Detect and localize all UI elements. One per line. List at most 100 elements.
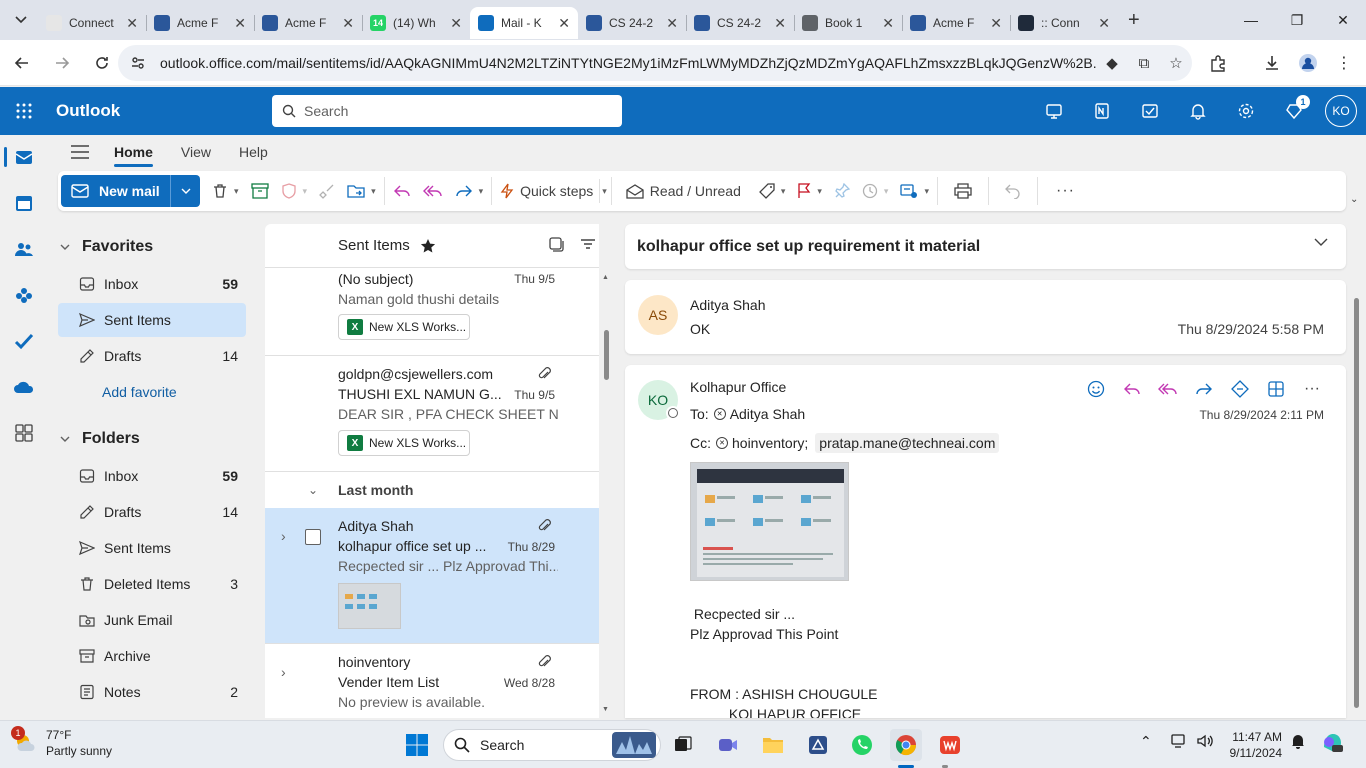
folder-item[interactable]: Inbox 59: [58, 267, 246, 301]
new-tab-button[interactable]: +: [1128, 9, 1140, 32]
network-icon[interactable]: [1170, 733, 1188, 752]
favorites-header[interactable]: Favorites: [60, 238, 153, 256]
bookmark-star-icon[interactable]: ☆: [1160, 54, 1192, 72]
list-item-selected[interactable]: › Aditya Shah kolhapur office set up ...…: [265, 508, 599, 644]
folder-item[interactable]: Sent Items: [58, 531, 246, 565]
close-tab-icon[interactable]: ✕: [126, 15, 138, 32]
tab-help[interactable]: Help: [239, 135, 268, 169]
browser-tab[interactable]: 14 (14) Wh ✕: [362, 7, 470, 39]
reply-button[interactable]: [1118, 377, 1146, 401]
reading-pane-scrollbar[interactable]: [1352, 282, 1362, 718]
rules-button[interactable]: ▾: [894, 175, 935, 207]
groups-app-icon[interactable]: [0, 273, 48, 317]
message-sender[interactable]: Kolhapur Office: [690, 379, 786, 395]
onedrive-app-icon[interactable]: [0, 365, 48, 409]
close-tab-icon[interactable]: ✕: [774, 15, 786, 32]
bell-icon[interactable]: [1174, 87, 1222, 135]
address-bar[interactable]: outlook.office.com/mail/sentitems/id/AAQ…: [118, 45, 1192, 81]
quick-steps-button[interactable]: Quick steps: [494, 175, 599, 207]
close-window-button[interactable]: ✕: [1320, 0, 1366, 40]
outlook-brand[interactable]: Outlook: [56, 101, 120, 121]
volume-icon[interactable]: [1196, 733, 1214, 752]
new-mail-dropdown[interactable]: [171, 188, 200, 194]
meet-app-icon[interactable]: [712, 729, 744, 761]
quick-steps-dropdown[interactable]: ▾: [599, 179, 609, 203]
file-explorer-icon[interactable]: [757, 729, 789, 761]
browser-tab[interactable]: CS 24-2 ✕: [686, 7, 794, 39]
reply-all-button[interactable]: [417, 175, 449, 207]
site-settings-icon[interactable]: [130, 55, 146, 71]
scroll-up-icon[interactable]: ▲: [602, 274, 609, 281]
close-tab-icon[interactable]: ✕: [558, 15, 570, 32]
read-unread-button[interactable]: Read / Unread: [620, 175, 747, 207]
reply-all-button[interactable]: [1154, 377, 1182, 401]
folder-item[interactable]: Deleted Items 3: [58, 567, 246, 601]
attachment-chip[interactable]: X New XLS Works...: [338, 430, 470, 456]
store-app-icon[interactable]: [802, 729, 834, 761]
show-hidden-icons[interactable]: ⌃: [1140, 733, 1152, 750]
notification-bell-icon[interactable]: [1290, 733, 1306, 752]
list-item[interactable]: goldpn@csjewellers.com THUSHI EXL NAMUN …: [265, 356, 599, 472]
minimize-button[interactable]: —: [1228, 0, 1274, 40]
folder-item[interactable]: Archive: [58, 639, 246, 673]
folder-item[interactable]: Junk Email: [58, 603, 246, 637]
more-options-button[interactable]: ···: [1050, 175, 1081, 207]
close-tab-icon[interactable]: ✕: [1098, 15, 1110, 32]
extension-diamond-icon[interactable]: ◆: [1096, 54, 1128, 72]
avatar[interactable]: AS: [638, 295, 678, 335]
tab-view[interactable]: View: [181, 135, 211, 169]
wps-office-icon[interactable]: [934, 729, 966, 761]
restore-button[interactable]: ❐: [1274, 0, 1320, 40]
calendar-app-icon[interactable]: [0, 181, 48, 225]
start-button[interactable]: [401, 729, 433, 761]
browser-tab[interactable]: Acme F ✕: [254, 7, 362, 39]
whatsapp-icon[interactable]: [846, 729, 878, 761]
browser-tab[interactable]: Mail - K ✕: [470, 7, 578, 39]
message-list-scrollbar[interactable]: ▲ ▼: [601, 270, 613, 718]
folder-item[interactable]: Drafts 14: [58, 339, 246, 373]
install-app-icon[interactable]: ⧉: [1128, 55, 1160, 72]
chrome-icon[interactable]: [890, 729, 922, 761]
url-text[interactable]: outlook.office.com/mail/sentitems/id/AAQ…: [160, 55, 1096, 71]
collapse-nav-button[interactable]: [60, 145, 100, 159]
new-mail-button[interactable]: New mail: [61, 175, 171, 207]
browser-tab[interactable]: Acme F ✕: [902, 7, 1010, 39]
report-button[interactable]: ▾: [275, 175, 314, 207]
mail-app-icon[interactable]: [0, 135, 48, 179]
emoji-react-button[interactable]: [1082, 377, 1110, 401]
apps-button[interactable]: [1226, 377, 1254, 401]
people-app-icon[interactable]: [0, 227, 48, 271]
folder-item[interactable]: Drafts 14: [58, 495, 246, 529]
more-apps-icon[interactable]: [0, 411, 48, 455]
browser-tab[interactable]: CS 24-2 ✕: [578, 7, 686, 39]
profile-icon[interactable]: [1290, 45, 1326, 81]
close-tab-icon[interactable]: ✕: [450, 15, 462, 32]
forward-button[interactable]: [44, 45, 80, 81]
scroll-thumb[interactable]: [1354, 298, 1359, 708]
list-item[interactable]: (No subject) Thu 9/5 Naman gold thushi d…: [265, 268, 599, 356]
folder-item[interactable]: Notes 2: [58, 675, 246, 709]
close-tab-icon[interactable]: ✕: [342, 15, 354, 32]
browser-menu-icon[interactable]: ⋮: [1326, 45, 1362, 81]
undo-button[interactable]: [999, 175, 1027, 207]
list-item[interactable]: › hoinventory Vender Item List Wed 8/28 …: [265, 644, 599, 718]
browser-tab[interactable]: Acme F ✕: [146, 7, 254, 39]
account-avatar[interactable]: KO: [1325, 95, 1357, 127]
copilot-icon[interactable]: [1320, 731, 1344, 756]
image-thumbnail[interactable]: [338, 583, 401, 629]
recipient-to[interactable]: ✕ Aditya Shah: [713, 406, 805, 422]
flag-button[interactable]: ▾: [791, 175, 828, 207]
task-view-icon[interactable]: [667, 729, 699, 761]
premium-diamond-icon[interactable]: [1270, 87, 1318, 135]
star-icon[interactable]: [420, 238, 436, 254]
close-tab-icon[interactable]: ✕: [666, 15, 678, 32]
more-actions-button[interactable]: ···: [1298, 377, 1326, 401]
chevron-down-icon[interactable]: [1314, 238, 1328, 246]
scroll-down-icon[interactable]: ▼: [602, 706, 609, 713]
select-mode-icon[interactable]: [548, 236, 564, 252]
pin-button[interactable]: [828, 175, 856, 207]
folder-item[interactable]: Inbox 59: [58, 459, 246, 493]
archive-button[interactable]: [245, 175, 275, 207]
chevron-right-icon[interactable]: ›: [281, 664, 286, 680]
folder-item[interactable]: Sent Items: [58, 303, 246, 337]
